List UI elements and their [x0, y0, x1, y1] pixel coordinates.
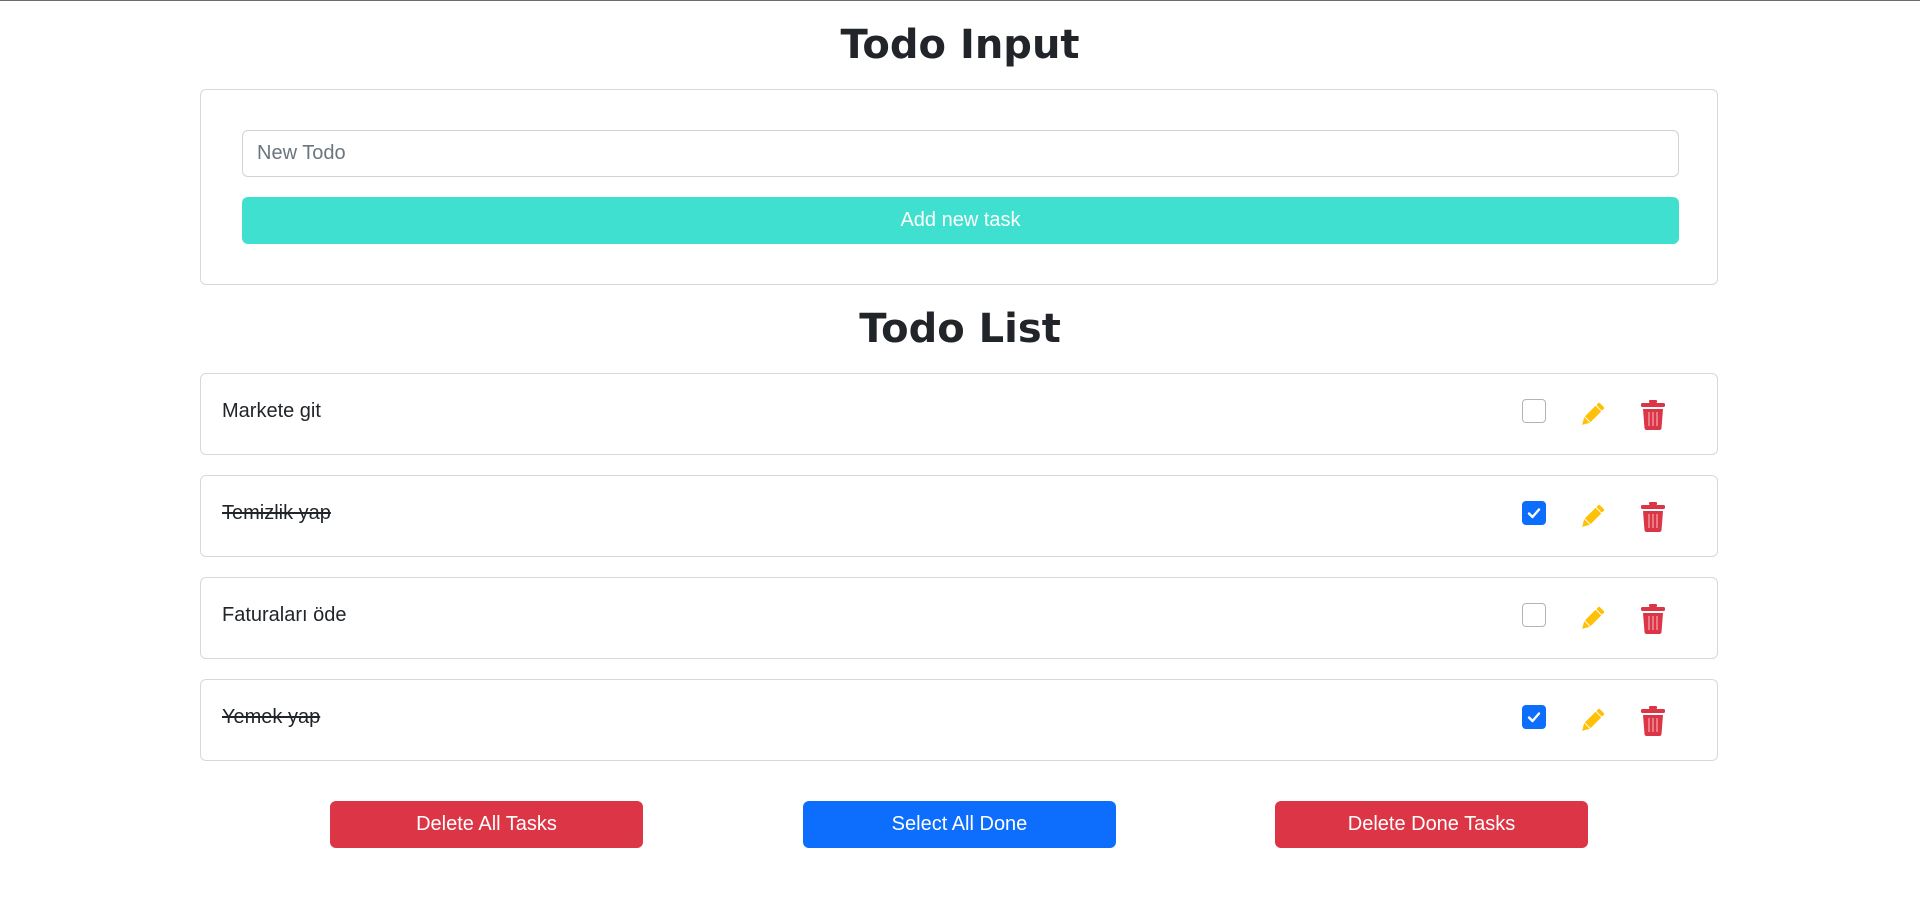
add-task-button[interactable]: Add new task — [242, 197, 1679, 244]
delete-done-tasks-button[interactable]: Delete Done Tasks — [1275, 801, 1588, 848]
select-all-done-button[interactable]: Select All Done — [803, 801, 1116, 848]
trash-icon[interactable] — [1641, 502, 1665, 532]
pencil-icon[interactable] — [1577, 400, 1607, 430]
todo-done-checkbox[interactable] — [1522, 399, 1546, 423]
trash-icon[interactable] — [1641, 706, 1665, 736]
pencil-icon[interactable] — [1577, 604, 1607, 634]
todo-input-card: Add new task — [200, 89, 1718, 285]
todo-item-text: Yemek yap — [222, 706, 321, 728]
pencil-icon[interactable] — [1577, 502, 1607, 532]
todo-list-title: Todo List — [859, 306, 1061, 352]
todo-item: Markete git — [200, 373, 1718, 455]
trash-icon[interactable] — [1641, 400, 1665, 430]
todo-item-text: Temizlik yap — [222, 502, 331, 524]
check-icon — [1527, 508, 1541, 519]
check-icon — [1527, 712, 1541, 723]
todo-item: Yemek yap — [200, 679, 1718, 761]
todo-item-text: Markete git — [222, 400, 321, 422]
pencil-icon[interactable] — [1577, 706, 1607, 736]
top-border-line — [0, 0, 1920, 1]
trash-icon[interactable] — [1641, 604, 1665, 634]
delete-all-tasks-button[interactable]: Delete All Tasks — [330, 801, 643, 848]
todo-item: Faturaları öde — [200, 577, 1718, 659]
new-todo-input[interactable] — [242, 130, 1679, 177]
todo-input-title: Todo Input — [840, 22, 1080, 68]
todo-item-text: Faturaları öde — [222, 604, 347, 626]
todo-done-checkbox[interactable] — [1522, 705, 1546, 729]
todo-item: Temizlik yap — [200, 475, 1718, 557]
todo-done-checkbox[interactable] — [1522, 603, 1546, 627]
todo-done-checkbox[interactable] — [1522, 501, 1546, 525]
